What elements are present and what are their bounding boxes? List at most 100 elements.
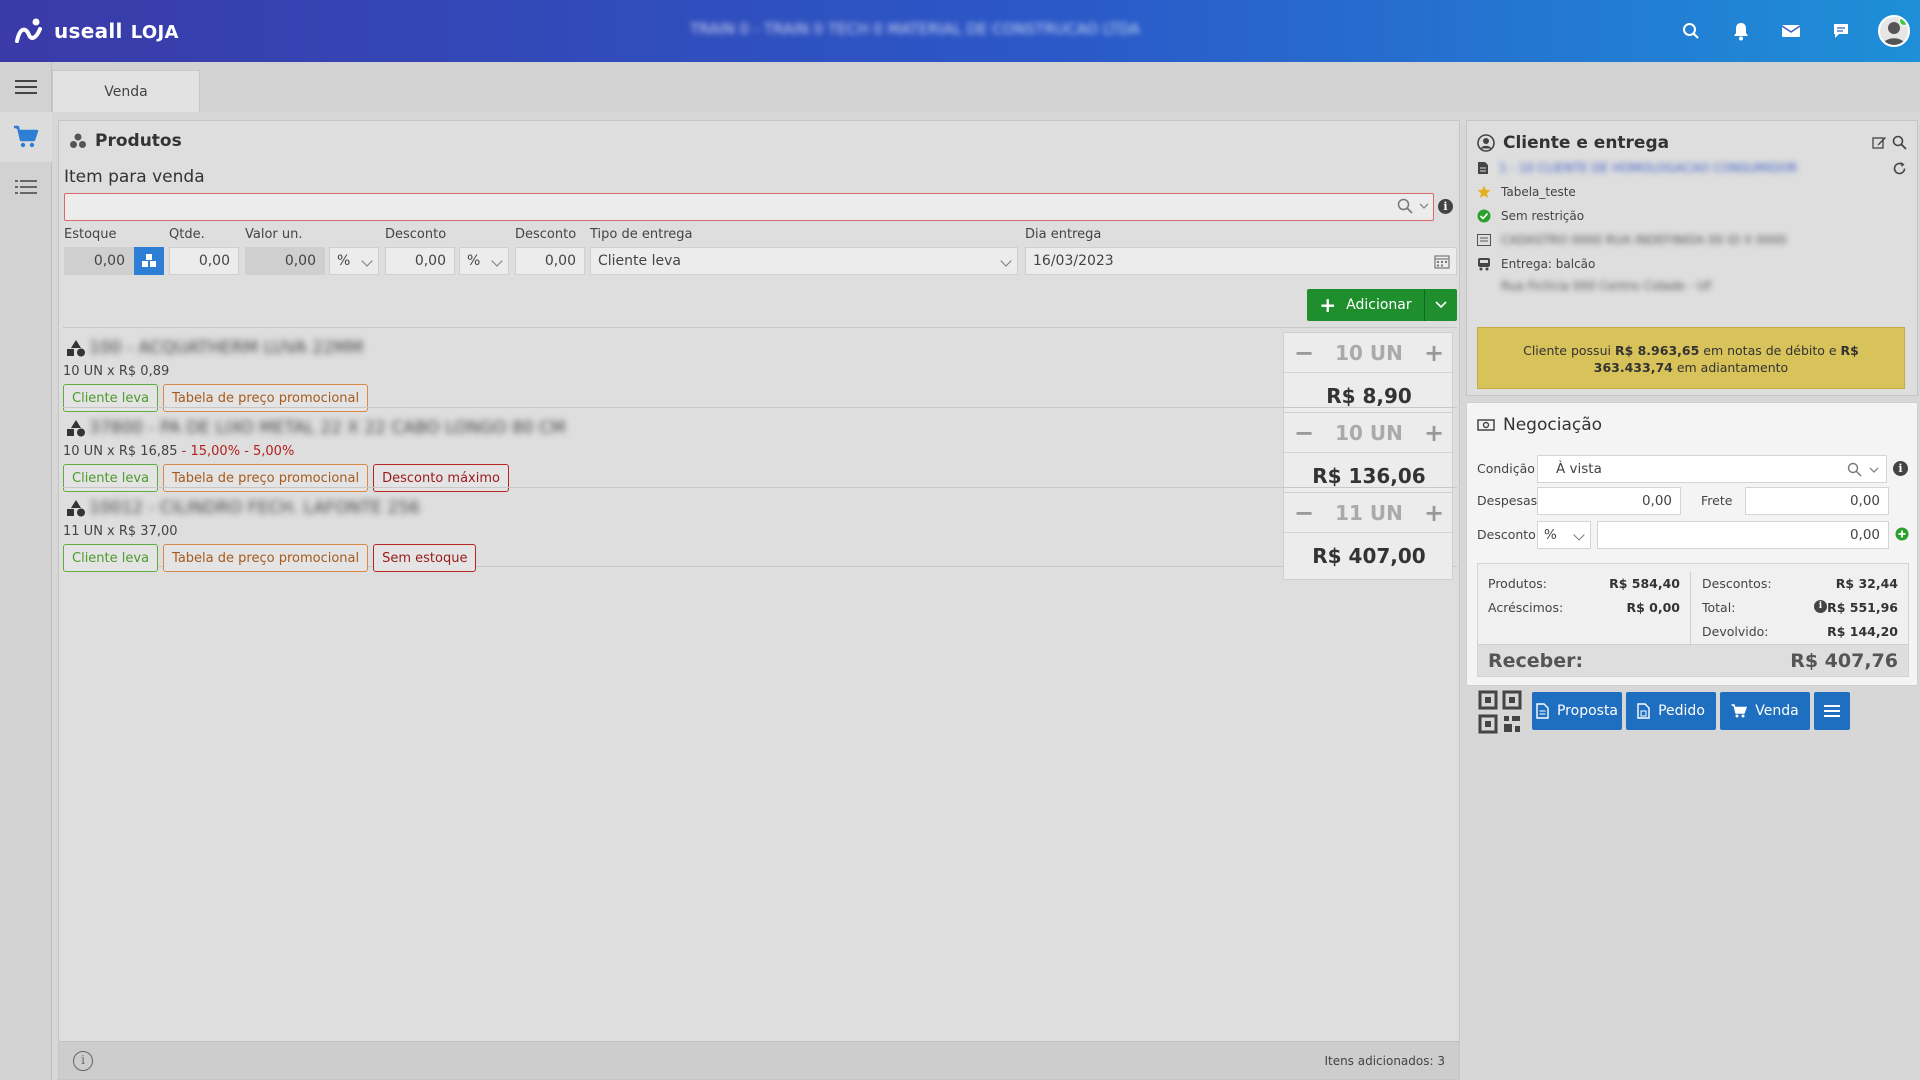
add-circle-icon[interactable] [1895, 527, 1909, 541]
add-item-main[interactable]: + Adicionar [1307, 289, 1425, 321]
product-qty-line: 11 UN x R$ 37,00 [63, 524, 178, 539]
valor-un-label: Valor un. [245, 227, 303, 242]
proposta-button[interactable]: Proposta [1532, 692, 1622, 730]
items-added-count: Itens adicionados: 3 [1324, 1054, 1445, 1068]
client-name[interactable]: 1 - 10 CLIENTE DE HOMOLOGACAO CONSUMIDOR [1499, 161, 1797, 175]
desconto-field[interactable]: 0,00 [1597, 521, 1889, 549]
qr-code-icon[interactable] [1478, 690, 1522, 734]
add-options-dropdown[interactable] [1425, 289, 1457, 321]
desconto1-field[interactable]: 0,00 [385, 247, 455, 275]
address-card-icon [1477, 234, 1491, 246]
calendar-icon[interactable] [1434, 254, 1450, 269]
left-rail [0, 62, 52, 1080]
info-icon[interactable]: i [1438, 199, 1453, 214]
acrescimos-label: Acréscimos: [1488, 600, 1564, 615]
document-icon [1478, 162, 1488, 174]
edit-icon[interactable] [1872, 135, 1887, 150]
product-icon [67, 420, 85, 437]
user-avatar[interactable] [1878, 15, 1910, 47]
condicao-select[interactable]: À vista [1537, 455, 1887, 483]
item-total: R$ 407,00 [1312, 544, 1426, 568]
mail-icon[interactable] [1778, 18, 1804, 44]
tag-price-table[interactable]: Tabela de preço promocional [163, 544, 369, 572]
condicao-label: Condição [1477, 461, 1535, 476]
qtde-field[interactable]: 0,00 [169, 247, 239, 275]
venda-button[interactable]: Venda [1720, 692, 1810, 730]
user-circle-icon [1477, 134, 1495, 152]
products-panel: Produtos Item para venda i Estoque Qtde.… [58, 120, 1460, 1080]
chat-icon[interactable] [1828, 18, 1854, 44]
product-qty-line: 10 UN x R$ 16,85 - 15,00% - 5,00% [63, 444, 295, 459]
info-icon[interactable]: i [1893, 461, 1908, 476]
dia-entrega-field[interactable]: 16/03/2023 [1025, 247, 1457, 275]
negotiation-title: Negociação [1477, 415, 1602, 435]
increment-button[interactable]: + [1424, 339, 1444, 367]
increment-button[interactable]: + [1424, 419, 1444, 447]
decrement-button[interactable]: − [1294, 419, 1314, 447]
devolvido-value: R$ 144,20 [1827, 624, 1898, 639]
client-title: Cliente e entrega [1477, 133, 1669, 153]
total-label: Total: [1702, 600, 1736, 615]
tab-venda[interactable]: Venda [52, 70, 200, 112]
decrement-button[interactable]: − [1294, 499, 1314, 527]
valor-un-field: 0,00 [245, 247, 325, 275]
chevron-down-icon[interactable] [1419, 202, 1429, 210]
search-icon[interactable] [1892, 135, 1907, 150]
add-item-button[interactable]: + Adicionar [1307, 289, 1457, 321]
info-icon[interactable]: i [73, 1051, 93, 1071]
search-icon[interactable] [1847, 462, 1862, 477]
tipo-entrega-label: Tipo de entrega [590, 227, 693, 242]
desconto-percent-label: Desconto [385, 227, 447, 242]
desconto1-type-select[interactable]: % [329, 247, 379, 275]
bell-icon[interactable] [1728, 18, 1754, 44]
app-logo[interactable]: useall LOJA [14, 17, 179, 45]
quantity-value[interactable]: 11 UN [1335, 501, 1403, 525]
online-status-dot [1899, 17, 1908, 26]
menu-toggle-icon[interactable] [0, 62, 52, 112]
stock-lookup-button[interactable] [134, 247, 164, 275]
item-search-input[interactable] [64, 193, 1434, 221]
tipo-entrega-select[interactable]: Cliente leva [590, 247, 1018, 275]
cart-nav-icon[interactable] [0, 112, 52, 162]
chevron-down-icon [361, 255, 373, 267]
increment-button[interactable]: + [1424, 499, 1444, 527]
refresh-icon[interactable] [1892, 161, 1907, 176]
client-address: CADASTRO 0000 RUA INDEFINIDA 00 ID X 000… [1501, 233, 1787, 247]
delivery-address: Rua Fictícia 000 Centro Cidade - UF [1501, 279, 1713, 293]
price-table-line: Tabela_teste [1477, 185, 1576, 199]
list-nav-icon[interactable] [0, 162, 52, 212]
search-icon[interactable] [1397, 198, 1413, 214]
tag-delivery[interactable]: Cliente leva [63, 544, 159, 572]
chevron-down-icon[interactable] [1869, 466, 1879, 474]
pedido-button[interactable]: Pedido [1626, 692, 1716, 730]
frete-label: Frete [1701, 493, 1733, 508]
estoque-field: 0,00 [64, 247, 134, 275]
tag-out-of-stock[interactable]: Sem estoque [373, 544, 477, 572]
top-bar: useall LOJA TRAIN 0 - TRAIN 0 TECH 0 MATE… [0, 0, 1920, 62]
receber-value: R$ 407,76 [1790, 650, 1898, 672]
plus-icon: + [1319, 293, 1337, 317]
action-bar: Proposta Pedido Venda [1478, 690, 1918, 734]
produtos-value: R$ 584,40 [1609, 576, 1680, 591]
chevron-down-icon [1000, 255, 1012, 267]
qtde-label: Qtde. [169, 227, 205, 242]
search-icon[interactable] [1678, 18, 1704, 44]
quantity-value[interactable]: 10 UN [1335, 341, 1403, 365]
truck-icon [1478, 258, 1490, 271]
frete-field[interactable]: 0,00 [1745, 487, 1889, 515]
desconto2-type-select[interactable]: % [459, 247, 509, 275]
desconto-type-select[interactable]: % [1537, 521, 1591, 549]
produtos-label: Produtos: [1488, 576, 1547, 591]
decrement-button[interactable]: − [1294, 339, 1314, 367]
discount-line: - 15,00% - 5,00% [177, 444, 295, 459]
despesas-field[interactable]: 0,00 [1537, 487, 1681, 515]
quantity-value[interactable]: 10 UN [1335, 421, 1403, 445]
money-icon [1477, 419, 1495, 431]
desconto2-field[interactable]: 0,00 [515, 247, 585, 275]
chevron-down-icon [1573, 529, 1585, 541]
receber-label: Receber: [1488, 650, 1584, 672]
descontos-label: Descontos: [1702, 576, 1772, 591]
boxes-icon [142, 254, 156, 267]
more-actions-button[interactable] [1814, 692, 1850, 730]
cart-icon [1731, 704, 1748, 718]
